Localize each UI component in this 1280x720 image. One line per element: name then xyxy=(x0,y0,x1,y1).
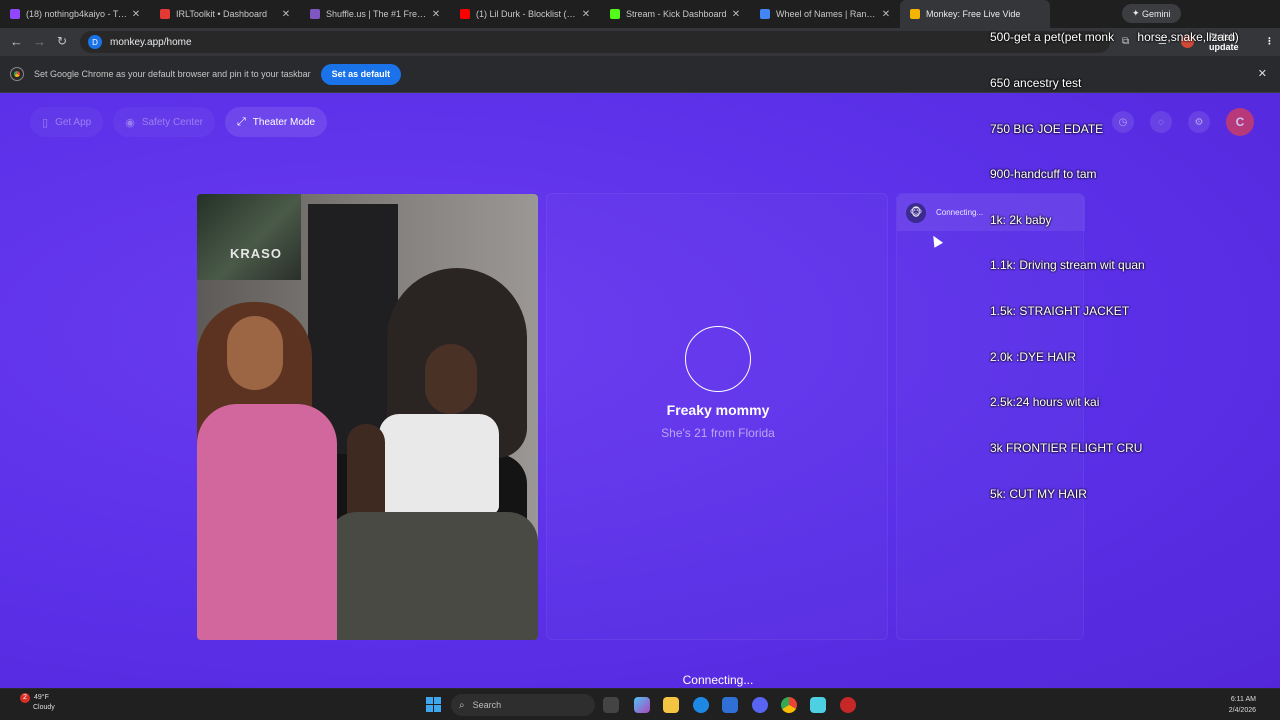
close-tab-icon[interactable]: ✕ xyxy=(430,9,442,20)
store-icon[interactable] xyxy=(722,697,738,713)
kick-icon xyxy=(610,9,620,19)
goal-line: 2.5k:24 hours wit kai xyxy=(990,395,1100,410)
video-person-left-face xyxy=(227,316,283,390)
monkey-favicon-icon xyxy=(910,9,920,19)
clock-date: 2/4/2026 xyxy=(1228,707,1256,714)
theater-mode-label: Theater Mode xyxy=(252,116,316,128)
goal-line: 1.5k: STRAIGHT JACKET xyxy=(990,304,1130,319)
goal-line: 650 ancestry test xyxy=(990,76,1082,91)
goal-line: 750 BIG JOE EDATE xyxy=(990,121,1104,136)
address-bar[interactable]: D monkey.app/home xyxy=(80,31,1110,53)
goal-line: 1k: 2k baby xyxy=(990,212,1052,227)
back-arrow-icon[interactable]: ← xyxy=(10,34,23,49)
file-explorer-icon[interactable] xyxy=(663,697,679,713)
video-tv: KRASO xyxy=(197,194,301,280)
tab-title: (18) nothingb4kaiyo - Twitch xyxy=(26,9,130,19)
goal-line: 2.0k :DYE HAIR xyxy=(990,349,1077,364)
tab-twitch[interactable]: (18) nothingb4kaiyo - Twitch ✕ xyxy=(0,0,150,28)
tab-youtube[interactable]: (1) Lil Durk - Blocklist (Officia✕ xyxy=(450,0,600,28)
goal-line: 5k: CUT MY HAIR xyxy=(990,486,1087,501)
windows-taskbar: 2 49°F Cloudy ⌕ Search 6:11 AM 2/4/2026 xyxy=(0,688,1280,720)
goal-line: 500-get a pet(pet monk horse,snake,lizar… xyxy=(990,30,1239,45)
forward-arrow-icon[interactable]: → xyxy=(33,34,46,49)
goal-line: 3k FRONTIER FLIGHT CRU xyxy=(990,440,1143,455)
chat-status: Connecting... xyxy=(936,208,984,217)
phone-icon: ▯ xyxy=(42,116,49,129)
weather-condition: Cloudy xyxy=(33,704,55,711)
wheel-icon xyxy=(760,9,770,19)
tab-title: Shuffle.us | The #1 Free to Pl xyxy=(326,9,430,19)
video-person-right-shirt xyxy=(379,414,499,514)
twitch-icon xyxy=(10,9,20,19)
system-clock[interactable]: 6:11 AM 2/4/2026 xyxy=(1229,694,1256,716)
obs-icon[interactable] xyxy=(840,697,856,713)
video-person-right-face xyxy=(425,344,477,414)
site-info-icon[interactable]: D xyxy=(88,35,102,49)
video-person-right-pants xyxy=(327,512,538,640)
tab-title: Stream - Kick Dashboard xyxy=(626,9,727,19)
app-top-nav: ▯ Get App ◉ Safety Center ⤢ Theater Mode xyxy=(30,107,328,137)
app-icon[interactable] xyxy=(810,697,826,713)
video-person-left-outfit xyxy=(197,404,337,640)
close-tab-icon[interactable]: ✕ xyxy=(580,9,592,20)
infobar-text: Set Google Chrome as your default browse… xyxy=(34,69,311,79)
irltoolkit-icon xyxy=(160,9,170,19)
chrome-icon xyxy=(10,67,24,81)
theater-mode-button[interactable]: ⤢ Theater Mode xyxy=(224,107,328,137)
tab-title: IRLToolkit • Dashboard xyxy=(176,9,268,19)
loading-spinner-icon xyxy=(685,326,751,392)
chrome-taskbar-icon[interactable] xyxy=(781,697,797,713)
tab-kick[interactable]: Stream - Kick Dashboard ✕ xyxy=(600,0,750,28)
monkey-icon: 🐵 xyxy=(906,202,926,223)
close-tab-icon[interactable]: ✕ xyxy=(880,9,892,20)
discord-icon[interactable] xyxy=(752,697,768,713)
match-subtitle: She's 21 from Florida xyxy=(661,426,775,440)
stream-goals-overlay: 500-get a pet(pet monk horse,snake,lizar… xyxy=(990,0,1239,517)
match-name: Freaky mommy xyxy=(666,402,770,418)
notification-badge: 2 xyxy=(20,693,30,703)
tab-irltoolkit[interactable]: IRLToolkit • Dashboard ✕ xyxy=(150,0,300,28)
tab-shuffle[interactable]: Shuffle.us | The #1 Free to Pl✕ xyxy=(300,0,450,28)
set-as-default-button[interactable]: Set as default xyxy=(320,63,402,85)
goal-line: 1.1k: Driving stream wit quan xyxy=(990,258,1145,273)
shuffle-icon xyxy=(310,9,320,19)
search-icon: ⌕ xyxy=(459,699,465,711)
youtube-icon xyxy=(460,9,470,19)
tab-wheel-of-names[interactable]: Wheel of Names | Random n ✕ xyxy=(750,0,900,28)
copilot-icon[interactable] xyxy=(634,697,650,713)
local-video-feed: KRASO xyxy=(197,194,538,640)
clock-time: 6:11 AM xyxy=(1230,696,1256,703)
close-icon[interactable]: ✕ xyxy=(1258,67,1267,80)
connecting-status: Connecting... xyxy=(682,673,754,687)
goal-line: 900-handcuff to tam xyxy=(990,167,1097,182)
search-label: Search xyxy=(472,700,502,710)
url-text: monkey.app/home xyxy=(110,36,192,48)
safety-center-button[interactable]: ◉ Safety Center xyxy=(113,107,215,137)
reload-icon[interactable]: ↻ xyxy=(57,34,67,48)
close-tab-icon[interactable]: ✕ xyxy=(130,9,142,20)
shield-check-icon: ◉ xyxy=(125,116,135,129)
match-card: Freaky mommy She's 21 from Florida Conne… xyxy=(546,193,888,687)
edge-icon[interactable] xyxy=(693,697,709,713)
weather-widget[interactable]: 2 49°F Cloudy xyxy=(20,693,55,713)
tab-title: Wheel of Names | Random n xyxy=(776,9,880,19)
task-view-icon[interactable] xyxy=(603,697,619,713)
close-tab-icon[interactable]: ✕ xyxy=(280,9,292,20)
windows-start-icon[interactable] xyxy=(426,697,441,712)
tab-title: (1) Lil Durk - Blocklist (Officia xyxy=(476,9,580,19)
temperature: 49°F xyxy=(34,694,49,701)
taskbar-search[interactable]: ⌕ Search xyxy=(451,694,595,716)
expand-icon: ⤢ xyxy=(236,115,246,128)
get-app-label: Get App xyxy=(55,116,92,128)
get-app-button[interactable]: ▯ Get App xyxy=(30,107,104,137)
close-tab-icon[interactable]: ✕ xyxy=(730,9,742,20)
safety-center-label: Safety Center xyxy=(141,116,203,128)
tv-title-text: KRASO xyxy=(230,246,282,261)
